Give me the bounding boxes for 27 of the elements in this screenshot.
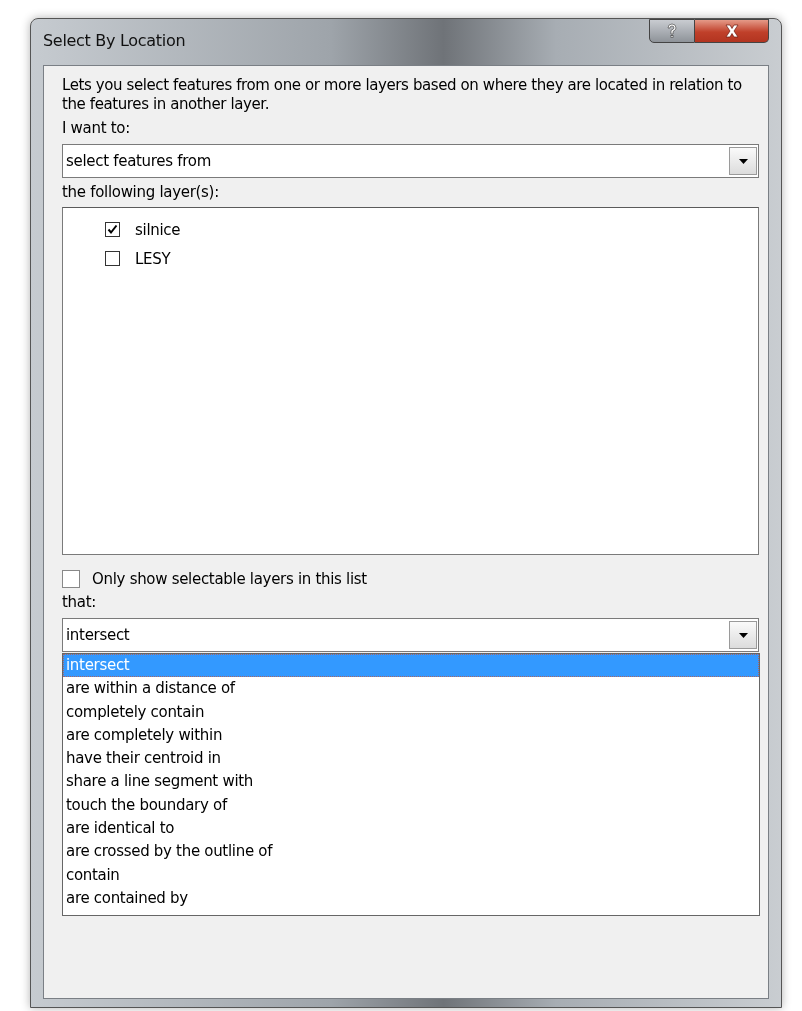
relation-option[interactable]: are identical to [63, 817, 759, 841]
relation-label: that: [62, 593, 97, 612]
relation-option[interactable]: have their centroid in [63, 747, 759, 771]
layer-checkbox[interactable] [105, 222, 120, 237]
help-icon [665, 23, 679, 39]
relation-option[interactable]: touch the boundary of [63, 793, 759, 818]
selectable-checkbox[interactable] [62, 570, 80, 588]
relation-option[interactable]: are completely within [63, 723, 759, 748]
relation-dropdown[interactable]: intersect [62, 618, 759, 652]
layer-checkbox[interactable] [105, 251, 120, 266]
window-title: Select By Location [43, 31, 186, 50]
description-text: Lets you select features from one or more layers based on where they are located in relation to the features in another layer. [62, 76, 743, 114]
layers-label: the following layer(s): [62, 183, 220, 202]
close-button[interactable] [695, 19, 769, 43]
relation-option[interactable]: are contained by [63, 886, 759, 911]
relation-option[interactable]: share a line segment with [63, 770, 759, 794]
help-button[interactable] [649, 19, 695, 43]
method-dropdown[interactable]: select features from [62, 144, 759, 178]
layer-name: LESY [135, 249, 171, 268]
method-label: I want to: [62, 119, 131, 138]
close-icon [723, 24, 740, 38]
relation-option[interactable]: are within a distance of [63, 677, 759, 701]
relation-option[interactable]: are crossed by the outline of [63, 840, 759, 864]
layer-name: silnice [135, 220, 181, 239]
relation-option[interactable]: contain [63, 863, 759, 887]
relation-option[interactable]: completely contain [63, 700, 759, 724]
selectable-label: Only show selectable layers in this list [92, 570, 367, 588]
